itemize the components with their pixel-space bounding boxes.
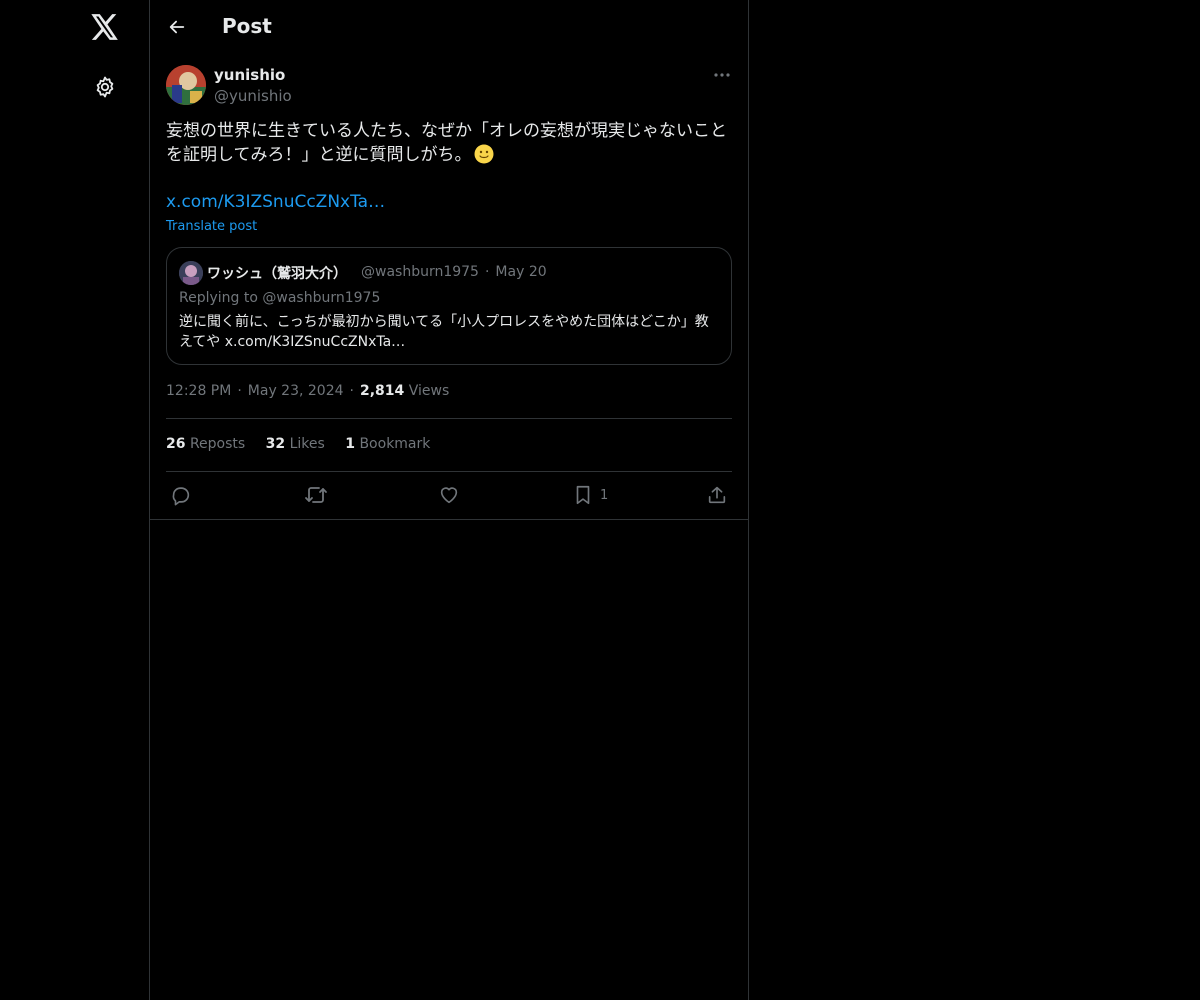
reposts-count: 26 [166,436,186,452]
likes-stat[interactable]: 32 Likes [266,436,325,452]
quote-handle: @washburn1975 [361,264,479,280]
quote-meta: @washburn1975 · May 20 [361,264,547,280]
bookmarks-count: 1 [345,436,355,452]
author-handle[interactable]: @yunishio [214,87,292,105]
reposts-label: Reposts [189,436,246,452]
arrow-left-icon[interactable] [160,10,194,44]
quoted-post[interactable]: ワッシュ（鷲羽大介） @washburn1975 · May 20 Replying… [166,247,732,365]
likes-label: Likes [289,436,325,452]
quote-avatar [179,261,203,285]
post-link[interactable]: x.com/K3IZSnuCcZNxTa… [166,192,385,212]
page-title: Post [222,14,272,38]
post-timestamp: 12:28 PM · May 23, 2024 · 2,814 Views [166,383,449,399]
x-logo-icon[interactable] [85,7,125,47]
more-options-icon[interactable] [706,64,738,86]
quote-replying-to: Replying to @washburn1975 [179,290,381,306]
gear-icon[interactable] [85,67,125,107]
smiling-face-emoji-icon [474,144,494,164]
share-icon[interactable] [706,478,728,512]
post-time[interactable]: 12:28 PM [166,383,231,399]
quote-date: May 20 [495,264,547,280]
views-label: Views [408,383,450,399]
post-stats: 26 Reposts 32 Likes 1 Bookmark [166,436,446,452]
bookmark-button[interactable]: 1 [572,478,608,512]
quote-display-name: ワッシュ（鷲羽大介） [207,266,347,282]
translate-post-link[interactable]: Translate post [166,219,257,234]
separator-dot: · [484,264,490,280]
post-date[interactable]: May 23, 2024 [248,383,344,399]
post-text: 妄想の世界に生きている人たち、なぜか「オレの妄想が現実じゃないことを証明してみろ… [166,119,736,167]
views-count: 2,814 [359,383,405,399]
post-body: 妄想の世界に生きている人たち、なぜか「オレの妄想が現実じゃないことを証明してみろ… [166,121,727,165]
bookmarks-stat[interactable]: 1 Bookmark [345,436,430,452]
likes-count: 32 [265,436,286,452]
left-navigation [0,0,150,1000]
action-bar: 1 [166,478,732,512]
quote-text: 逆に聞く前に、こっちが最初から聞いてる「小人プロレスをやめた団体はどこか」教えて… [179,314,709,350]
bookmark-action-count: 1 [600,487,609,503]
repost-icon[interactable] [304,478,328,512]
bookmark-icon [572,484,594,506]
separator-dot: · [349,383,354,399]
reply-icon[interactable] [170,478,192,512]
separator-dot: · [237,383,242,399]
divider [166,418,732,419]
divider [166,471,732,472]
author-display-name[interactable]: yunishio [214,66,285,84]
divider [150,519,748,520]
heart-icon[interactable] [438,478,460,512]
bookmarks-label: Bookmark [359,436,431,452]
page-header: Post [150,0,748,54]
reposts-stat[interactable]: 26 Reposts [166,436,245,452]
avatar[interactable] [166,65,206,105]
post-column: Post yunishio @yunishio 妄想の世界に生きている人たち、な… [150,0,749,1000]
